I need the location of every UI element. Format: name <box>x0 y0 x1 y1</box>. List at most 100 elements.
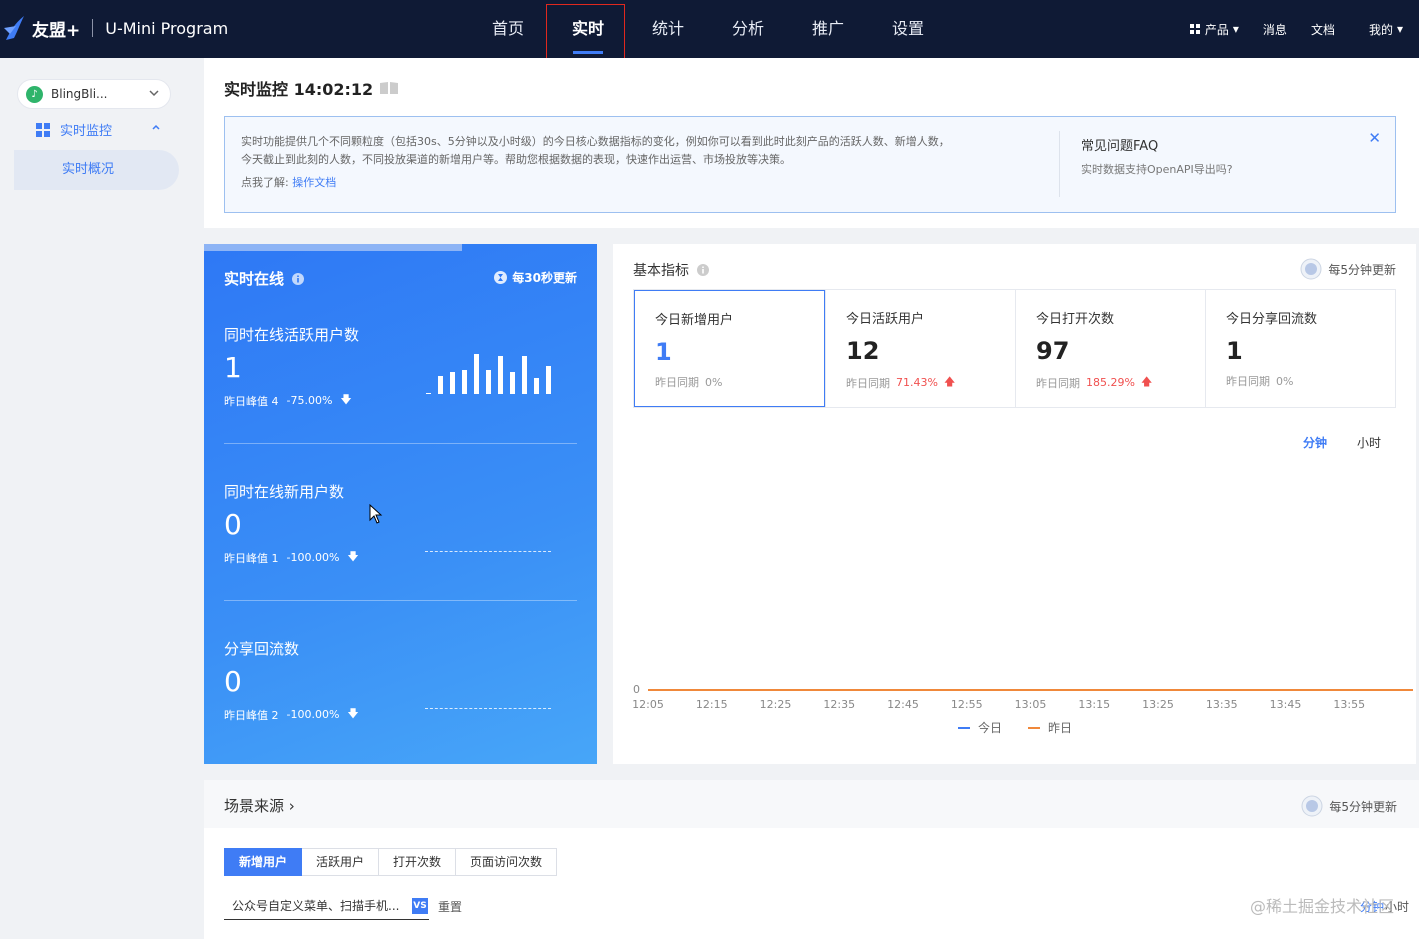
card-value: 1 <box>1226 337 1243 365</box>
compare-value: 0% <box>1276 374 1294 388</box>
chevron-right-icon: › <box>288 797 295 815</box>
mine-menu[interactable]: 我的 ▾ <box>1369 21 1403 38</box>
umeng-logo-icon <box>4 16 24 40</box>
online-new-section: 同时在线新用户数 0 昨日峰值 1 -100.00% 🡇 <box>224 481 577 601</box>
realtime-title: 实时在线 <box>224 268 305 289</box>
sparkline-bar <box>450 372 455 394</box>
brand-name: 友盟+ <box>32 20 81 41</box>
share-return-section: 分享回流数 0 昨日峰值 2 -100.00% 🡇 <box>224 638 577 724</box>
card-label: 今日活跃用户 <box>846 312 925 327</box>
card-opens[interactable]: 今日打开次数 97 昨日同期 185.29% 🡅 <box>1015 290 1205 407</box>
docs-link[interactable]: 操作文档 <box>292 176 336 189</box>
card-compare: 昨日同期 0% <box>655 374 804 390</box>
card-new-users[interactable]: 今日新增用户 1 昨日同期 0% <box>634 290 825 407</box>
book-icon[interactable] <box>379 81 399 95</box>
products-label: 产品 <box>1204 22 1229 37</box>
sparkline-bar <box>510 372 515 394</box>
realtime-online-panel: 实时在线 每30秒更新 同时在线活跃用户数 1 昨日峰值 4 -75.00% 🡇… <box>204 244 597 764</box>
info-box: 实时功能提供几个不同颗粒度（包括30s、5分钟以及小时级）的今日核心数据指标的变… <box>224 116 1396 213</box>
messages-link[interactable]: 消息 <box>1263 21 1287 38</box>
compare-label: 昨日同期 <box>1036 376 1080 390</box>
close-icon[interactable]: ✕ <box>1368 129 1381 147</box>
sparkline-empty <box>425 551 551 552</box>
dashboard-icon <box>36 122 50 137</box>
basic-metrics-panel: 基本指标 每5分钟更新 今日新增用户 1 昨日同期 0% 今日活跃用户 12 昨日… <box>613 244 1416 764</box>
mouse-cursor-icon <box>369 504 383 524</box>
sidebar-item-overview[interactable]: 实时概况 <box>14 150 179 190</box>
arrow-up-icon: 🡅 <box>1140 375 1153 388</box>
y-tick-label: 0 <box>633 683 640 696</box>
faq-title[interactable]: 常见问题FAQ <box>1081 135 1158 154</box>
peak-label: 昨日峰值 2 <box>224 708 279 722</box>
arrow-up-icon: 🡅 <box>943 375 956 388</box>
reset-button[interactable]: 重置 <box>438 898 462 915</box>
metrics-title-text: 基本指标 <box>633 263 689 279</box>
sparkline-bar <box>462 370 467 394</box>
chevron-up-icon <box>152 124 160 130</box>
compare-value: 0% <box>705 375 723 389</box>
metric-label: 同时在线新用户数 <box>224 483 345 501</box>
tab-page-views[interactable]: 页面访问次数 <box>456 848 558 876</box>
compare-value: 185.29% <box>1086 376 1135 389</box>
metrics-update-text: 每5分钟更新 <box>1328 262 1396 277</box>
sparkline-bar <box>546 366 551 394</box>
scene-update-text: 每5分钟更新 <box>1329 799 1397 814</box>
sidebar: ♪ BlingBli... 实时监控 实时概况 <box>0 58 196 939</box>
vs-icon[interactable]: VS <box>412 898 428 914</box>
tab-new-users[interactable]: 新增用户 <box>224 848 303 876</box>
app-selector[interactable]: ♪ BlingBli... <box>17 79 171 109</box>
metrics-update-note: 每5分钟更新 <box>1300 258 1396 280</box>
sparkline-bar <box>474 354 479 394</box>
nav-analysis[interactable]: 分析 <box>708 0 788 58</box>
arrow-down-icon: 🡇 <box>347 550 359 563</box>
scene-title-text: 场景来源 <box>224 797 285 815</box>
card-label: 今日分享回流数 <box>1226 312 1318 327</box>
x-tick-label: 13:05 <box>1015 698 1047 711</box>
faq-question[interactable]: 实时数据支持OpenAPI导出吗? <box>1081 161 1233 177</box>
sparkline-bar <box>534 378 539 394</box>
peak-change: -100.00% <box>286 551 340 564</box>
card-share-returns[interactable]: 今日分享回流数 1 昨日同期 0% <box>1205 290 1395 407</box>
scene-update-note: 每5分钟更新 <box>1301 795 1397 817</box>
realtime-update-note: 每30秒更新 <box>494 269 577 286</box>
realtime-title-text: 实时在线 <box>224 270 285 288</box>
tab-active-users[interactable]: 活跃用户 <box>302 848 380 876</box>
compare-label: 昨日同期 <box>1226 375 1270 388</box>
scene-filter-select[interactable]: 公众号自定义菜单、扫描手机... <box>224 892 429 920</box>
sidebar-group-label: 实时监控 <box>60 124 113 139</box>
x-tick-label: 12:05 <box>632 698 664 711</box>
tab-opens[interactable]: 打开次数 <box>379 848 457 876</box>
peak-label: 昨日峰值 4 <box>224 394 279 408</box>
docs-link[interactable]: 文档 <box>1311 21 1335 38</box>
products-menu[interactable]: 产品 ▾ <box>1189 21 1239 38</box>
arrow-down-icon: 🡇 <box>340 393 352 406</box>
nav-home[interactable]: 首页 <box>468 0 548 58</box>
info-icon[interactable] <box>697 264 709 276</box>
metric-cards: 今日新增用户 1 昨日同期 0% 今日活跃用户 12 昨日同期 71.43% 🡅 今日… <box>633 289 1396 408</box>
toggle-minute[interactable]: 分钟 <box>1303 434 1327 451</box>
info-icon[interactable] <box>292 272 305 285</box>
info-line-1: 实时功能提供几个不同颗粒度（包括30s、5分钟以及小时级）的今日核心数据指标的变… <box>241 135 950 148</box>
progress-bar <box>204 244 462 251</box>
nav-statistics[interactable]: 统计 <box>628 0 708 58</box>
scene-title[interactable]: 场景来源 › <box>224 795 295 816</box>
top-bar: 友盟+ U-Mini Program 首页 实时 统计 分析 推广 设置 产品 … <box>0 0 1419 58</box>
x-tick-label: 13:35 <box>1206 698 1238 711</box>
logo[interactable]: 友盟+ U-Mini Program <box>4 14 228 42</box>
peak-change: -75.00% <box>286 394 333 407</box>
grid-icon <box>1189 23 1200 34</box>
x-tick-label: 13:45 <box>1270 698 1302 711</box>
sidebar-group-realtime[interactable]: 实时监控 <box>36 120 160 139</box>
compare-label: 昨日同期 <box>655 376 699 389</box>
nav-settings[interactable]: 设置 <box>868 0 948 58</box>
caret-down-icon: ▾ <box>1232 22 1239 36</box>
scene-source-panel: 场景来源 › 每5分钟更新 新增用户 活跃用户 打开次数 页面访问次数 公众号自… <box>204 780 1419 939</box>
toggle-hour[interactable]: 小时 <box>1357 434 1381 451</box>
card-active-users[interactable]: 今日活跃用户 12 昨日同期 71.43% 🡅 <box>825 290 1015 407</box>
metric-label: 分享回流数 <box>224 640 300 658</box>
metric-label: 同时在线活跃用户数 <box>224 326 360 344</box>
peak-change: -100.00% <box>286 708 340 721</box>
nav-promotion[interactable]: 推广 <box>788 0 868 58</box>
divider <box>92 19 94 37</box>
legend-label: 今日 <box>978 720 1002 735</box>
